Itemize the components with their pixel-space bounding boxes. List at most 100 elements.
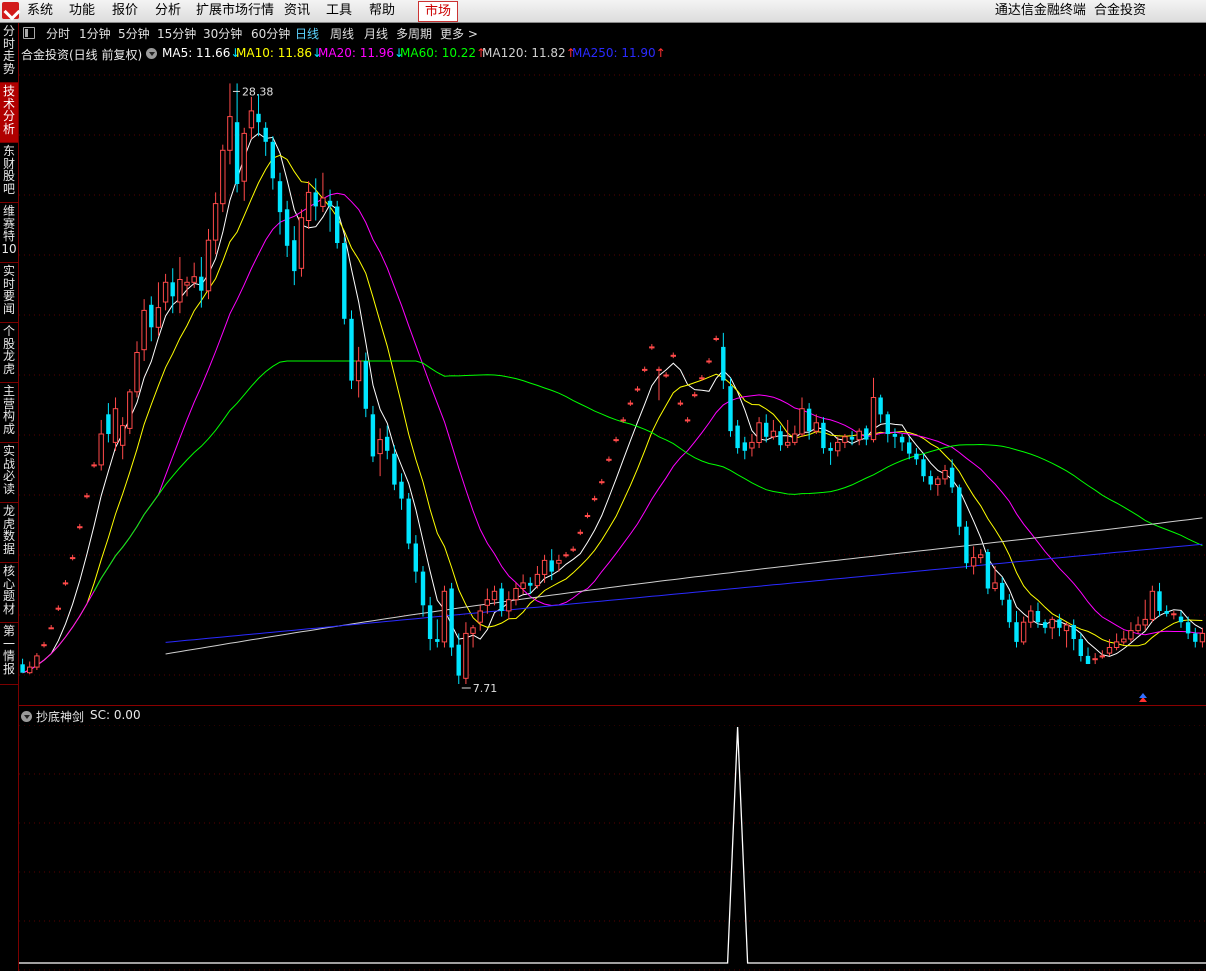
candle[interactable] [1092, 653, 1098, 665]
candle[interactable] [677, 400, 684, 406]
candle[interactable] [363, 352, 368, 418]
candle[interactable] [878, 394, 883, 423]
candle[interactable] [613, 436, 619, 443]
period-4[interactable]: 30分钟 [203, 25, 242, 42]
candle[interactable] [127, 389, 133, 434]
candle[interactable] [499, 582, 504, 617]
candle[interactable] [241, 127, 247, 201]
candle[interactable] [162, 273, 169, 311]
candle[interactable] [320, 172, 326, 213]
candle[interactable] [506, 591, 512, 620]
candle[interactable] [970, 546, 977, 575]
candle[interactable] [270, 136, 275, 190]
candle[interactable] [914, 448, 919, 465]
menu-extended-market[interactable]: 扩展市场行情 [196, 0, 274, 22]
side-tab-0[interactable]: 分时走势 [0, 23, 18, 83]
candle[interactable] [892, 428, 898, 449]
candle[interactable] [120, 417, 126, 460]
candle[interactable] [742, 436, 747, 460]
candle[interactable] [1157, 582, 1162, 617]
candle[interactable] [48, 625, 54, 630]
candle[interactable] [870, 377, 877, 443]
app-logo-icon[interactable] [2, 2, 19, 19]
period-2[interactable]: 5分钟 [118, 25, 150, 42]
candle[interactable] [1063, 622, 1070, 648]
candle[interactable] [799, 397, 805, 437]
candle[interactable] [642, 366, 648, 373]
candle[interactable] [1142, 599, 1148, 631]
candle[interactable] [441, 585, 448, 648]
candle[interactable] [477, 605, 483, 631]
side-tab-5[interactable]: 个股龙虎 [0, 323, 18, 383]
menu-news[interactable]: 资讯 [284, 0, 310, 22]
candle[interactable] [649, 344, 655, 350]
candle[interactable] [513, 582, 519, 606]
indicator-options-icon[interactable] [21, 711, 32, 722]
period-0[interactable]: 分时 [46, 25, 70, 42]
candle[interactable] [627, 400, 634, 406]
side-tab-6[interactable]: 主营构成 [0, 383, 18, 443]
period-10[interactable]: 更多 > [440, 25, 478, 42]
candle[interactable] [256, 94, 261, 137]
candle[interactable] [349, 310, 354, 390]
candle[interactable] [899, 433, 905, 451]
candle[interactable] [456, 633, 461, 684]
candle[interactable] [1113, 633, 1120, 651]
candle[interactable] [992, 566, 998, 592]
candle[interactable] [335, 200, 340, 249]
candle[interactable] [563, 551, 569, 558]
candle[interactable] [385, 425, 390, 460]
candle[interactable] [1085, 647, 1091, 665]
side-tab-1[interactable]: 技术分析 [0, 83, 18, 143]
period-8[interactable]: 月线 [364, 25, 388, 42]
candle[interactable] [27, 661, 33, 675]
candle[interactable] [728, 377, 733, 437]
candle[interactable] [735, 419, 740, 454]
candle[interactable] [692, 391, 698, 398]
candle[interactable] [577, 529, 583, 536]
candle[interactable] [69, 554, 76, 561]
candle[interactable] [749, 433, 755, 457]
menu-market-tab[interactable]: 市场 [418, 1, 459, 22]
candle[interactable] [599, 478, 605, 485]
candle[interactable] [670, 352, 676, 359]
candle[interactable] [570, 546, 576, 552]
candle[interactable] [62, 580, 69, 586]
candle[interactable] [591, 495, 598, 502]
candle[interactable] [155, 282, 162, 336]
period-9[interactable]: 多周期 [396, 25, 432, 42]
side-tab-9[interactable]: 核心题材 [0, 563, 18, 623]
candle[interactable] [1164, 605, 1169, 617]
candle[interactable] [77, 523, 83, 530]
candle[interactable] [55, 605, 61, 611]
candle[interactable] [41, 641, 47, 648]
candle[interactable] [134, 341, 140, 398]
candle[interactable] [885, 411, 890, 443]
candle[interactable] [1199, 627, 1206, 648]
candle[interactable] [184, 276, 190, 297]
candle[interactable] [770, 419, 777, 440]
candle[interactable] [1000, 577, 1005, 606]
candle[interactable] [112, 397, 119, 451]
candle[interactable] [684, 417, 691, 423]
candle[interactable] [1121, 630, 1127, 645]
candle[interactable] [420, 566, 426, 617]
candle[interactable] [706, 358, 712, 364]
candle[interactable] [856, 428, 862, 446]
candle[interactable] [721, 332, 726, 390]
menu-quote[interactable]: 报价 [112, 0, 138, 22]
candle[interactable] [1171, 610, 1177, 620]
candle[interactable] [84, 492, 90, 499]
candle[interactable] [864, 425, 869, 446]
candle[interactable] [342, 237, 347, 325]
candle[interactable] [406, 492, 411, 550]
candle[interactable] [413, 535, 418, 583]
side-tab-4[interactable]: 实时要闻 [0, 263, 18, 323]
candle[interactable] [756, 417, 762, 449]
side-tab-10[interactable]: 第一情报 [0, 623, 18, 685]
candle[interactable] [778, 425, 783, 451]
period-7[interactable]: 周线 [330, 25, 354, 42]
period-6[interactable]: 日线 [295, 25, 319, 42]
candle[interactable] [1099, 650, 1105, 659]
candle[interactable] [1049, 616, 1055, 640]
